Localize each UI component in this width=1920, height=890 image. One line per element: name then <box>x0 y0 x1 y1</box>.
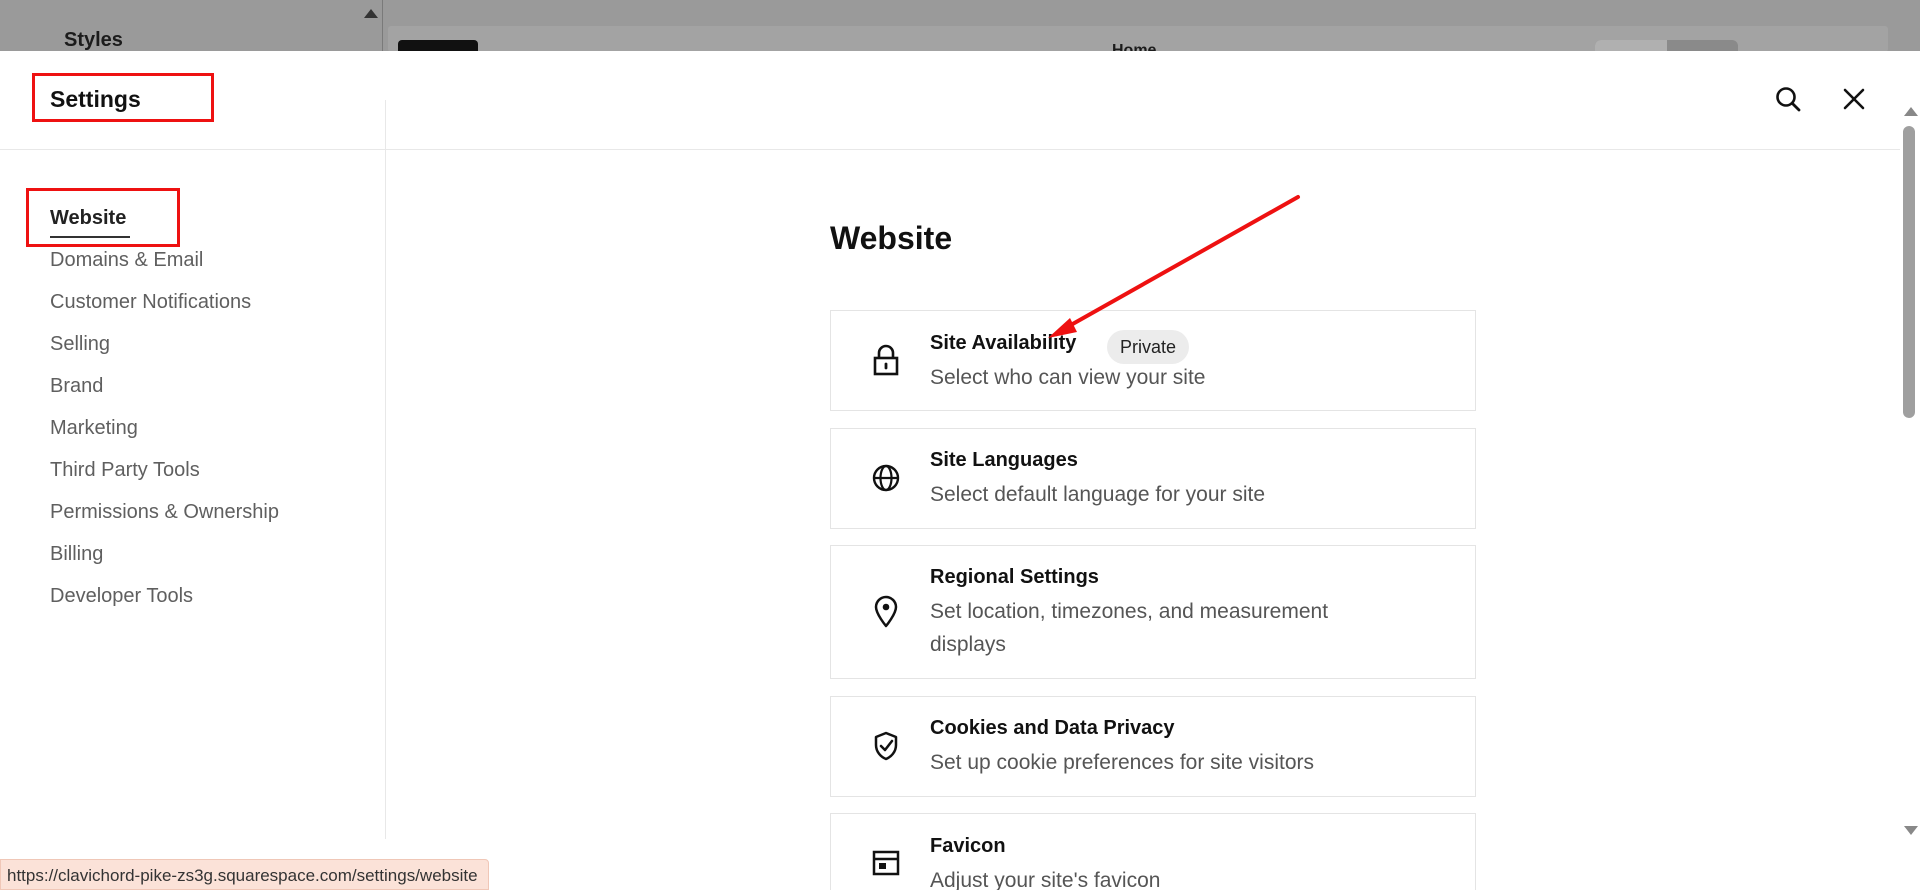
globe-icon <box>869 461 903 495</box>
sidebar-item-developer-tools[interactable]: Developer Tools <box>50 585 193 608</box>
scroll-up-arrow-icon[interactable] <box>1904 107 1918 116</box>
card-title: Cookies and Data Privacy <box>930 717 1175 739</box>
close-button[interactable] <box>1834 79 1874 119</box>
card-description: Select default language for your site <box>930 483 1266 506</box>
card-description: Select who can view your site <box>930 366 1206 389</box>
location-pin-icon <box>869 595 903 629</box>
card-regional-settings[interactable]: Regional Settings Set location, timezone… <box>830 545 1476 679</box>
lock-icon <box>869 343 903 377</box>
card-favicon[interactable]: Favicon Adjust your site's favicon <box>830 813 1476 890</box>
status-badge: Private <box>1107 330 1190 364</box>
card-site-languages[interactable]: Site Languages Select default language f… <box>830 428 1476 529</box>
sidebar-item-third-party-tools[interactable]: Third Party Tools <box>50 459 200 482</box>
close-icon <box>1843 88 1865 110</box>
card-site-availability[interactable]: Site Availability Private Select who can… <box>830 310 1476 411</box>
card-cookies-data-privacy[interactable]: Cookies and Data Privacy Set up cookie p… <box>830 696 1476 797</box>
scrollbar-thumb[interactable] <box>1903 126 1915 418</box>
sidebar-item-customer-notifications[interactable]: Customer Notifications <box>50 291 251 314</box>
background-scroll-up-icon <box>364 9 378 18</box>
background-divider <box>382 0 383 52</box>
sidebar-item-selling[interactable]: Selling <box>50 333 110 356</box>
search-icon <box>1776 87 1801 112</box>
status-bar-url: https://clavichord-pike-zs3g.squarespace… <box>0 859 489 890</box>
sidebar-item-billing[interactable]: Billing <box>50 543 103 566</box>
card-title: Site Languages <box>930 449 1078 471</box>
sidebar-item-brand[interactable]: Brand <box>50 375 103 398</box>
scroll-down-arrow-icon[interactable] <box>1904 826 1918 835</box>
sidebar-item-domains-email[interactable]: Domains & Email <box>50 249 203 272</box>
section-title: Website <box>830 220 953 256</box>
background-styles-label: Styles <box>64 29 123 51</box>
card-description: Set location, timezones, and measurement… <box>930 600 1329 656</box>
card-title: Regional Settings <box>930 566 1099 588</box>
card-title: Site Availability <box>930 332 1077 354</box>
shield-check-icon <box>869 729 903 763</box>
sidebar-item-permissions-ownership[interactable]: Permissions & Ownership <box>50 501 279 524</box>
search-button[interactable] <box>1768 79 1808 119</box>
annotation-box-website <box>26 188 180 247</box>
card-description: Adjust your site's favicon <box>930 869 1161 890</box>
browser-window-icon <box>869 846 903 880</box>
card-description: Set up cookie preferences for site visit… <box>930 751 1315 774</box>
sidebar-item-marketing[interactable]: Marketing <box>50 417 138 440</box>
card-title: Favicon <box>930 835 1006 857</box>
